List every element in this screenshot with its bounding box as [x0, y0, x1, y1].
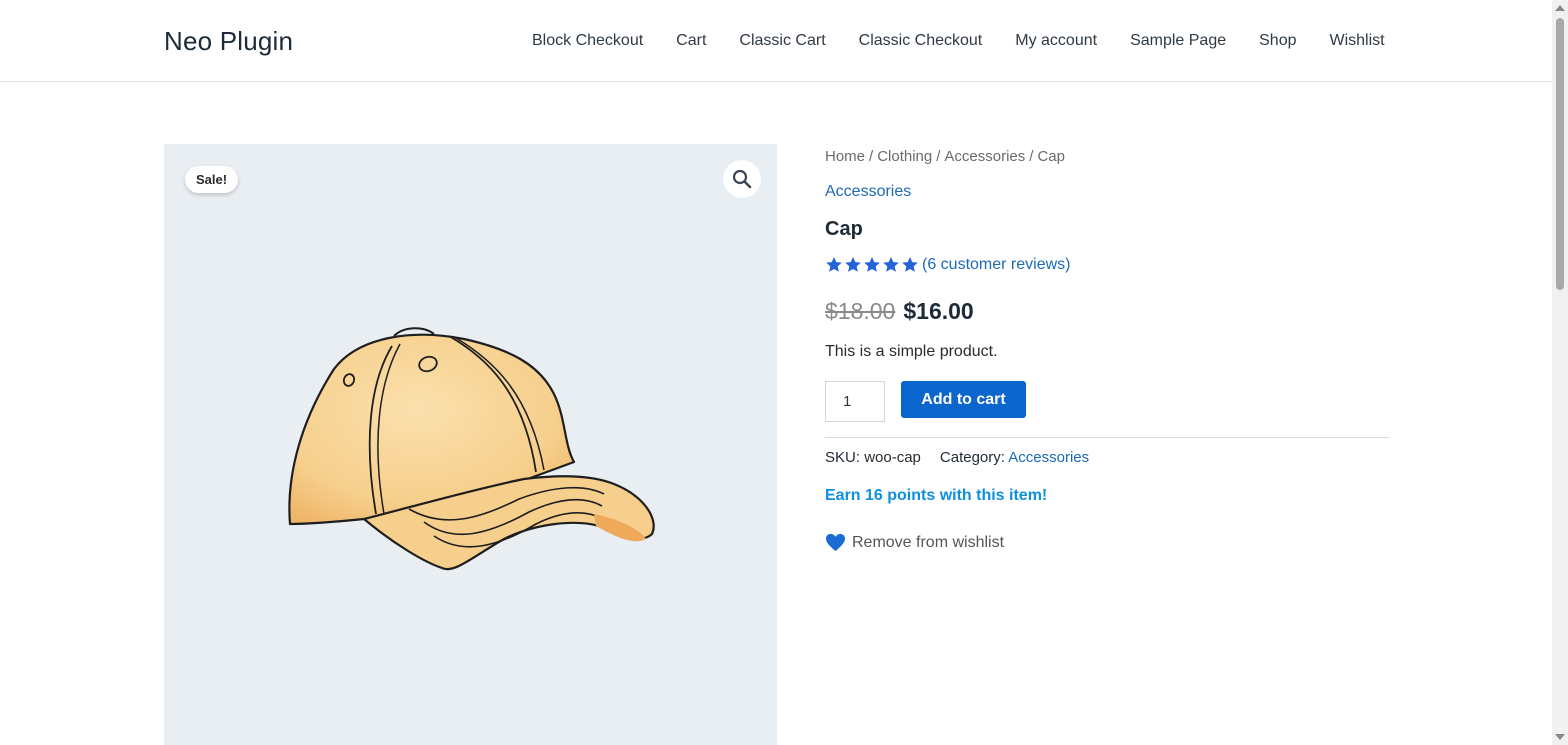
- product-meta: SKU: woo-cap Category: Accessories: [825, 449, 1108, 466]
- site-header: Neo Plugin Block Checkout Cart Classic C…: [0, 0, 1552, 82]
- sale-price: $16.00: [903, 298, 974, 324]
- category-value-link[interactable]: Accessories: [1008, 449, 1089, 466]
- breadcrumb: Home / Clothing / Accessories / Cap: [825, 148, 1065, 165]
- breadcrumb-current: Cap: [1037, 148, 1065, 165]
- short-description: This is a simple product.: [825, 343, 998, 360]
- remove-from-wishlist-link[interactable]: Remove from wishlist: [825, 533, 1004, 552]
- product-rating: (6 customer reviews): [825, 256, 1070, 274]
- nav-item-wishlist[interactable]: Wishlist: [1330, 32, 1385, 50]
- scroll-down-icon[interactable]: [1555, 734, 1565, 740]
- sku-value: woo-cap: [864, 449, 921, 466]
- breadcrumb-separator: /: [936, 148, 941, 165]
- old-price: $18.00: [825, 298, 896, 324]
- sku-label: SKU:: [825, 449, 861, 466]
- magnifier-icon: [732, 169, 752, 189]
- nav-item-shop[interactable]: Shop: [1259, 32, 1296, 50]
- cap-image: [288, 327, 655, 571]
- star-rating: [825, 256, 919, 274]
- nav-item-cart[interactable]: Cart: [676, 32, 706, 50]
- nav-item-block-checkout[interactable]: Block Checkout: [532, 32, 643, 50]
- scrollbar[interactable]: [1552, 0, 1568, 745]
- product-gallery[interactable]: Sale!: [164, 144, 777, 745]
- reviews-link[interactable]: (6 customer reviews): [922, 256, 1070, 274]
- category-label: Category:: [939, 449, 1005, 466]
- star-icon: [845, 257, 861, 272]
- price: $18.00 $16.00: [825, 298, 974, 325]
- breadcrumb-clothing[interactable]: Clothing: [877, 148, 932, 165]
- points-message: Earn 16 points with this item!: [825, 487, 1048, 504]
- breadcrumb-separator: /: [1029, 148, 1034, 165]
- category: Category: Accessories: [940, 449, 1089, 466]
- star-icon: [864, 257, 880, 272]
- nav-item-classic-cart[interactable]: Classic Cart: [739, 32, 825, 50]
- breadcrumb-home[interactable]: Home: [825, 148, 865, 165]
- divider: [825, 437, 1389, 438]
- product-title: Cap: [825, 218, 863, 240]
- nav-item-sample-page[interactable]: Sample Page: [1130, 32, 1226, 50]
- nav-item-my-account[interactable]: My account: [1015, 32, 1097, 50]
- scroll-up-icon[interactable]: [1555, 5, 1565, 11]
- breadcrumb-accessories[interactable]: Accessories: [944, 148, 1025, 165]
- star-icon: [826, 257, 842, 272]
- scroll-thumb[interactable]: [1556, 18, 1564, 290]
- zoom-button[interactable]: [723, 160, 761, 198]
- wishlist-label: Remove from wishlist: [852, 533, 1005, 551]
- star-icon: [902, 257, 918, 272]
- star-icon: [883, 257, 899, 272]
- quantity-input[interactable]: [825, 381, 885, 422]
- add-to-cart-button[interactable]: Add to cart: [901, 381, 1026, 418]
- heart-icon: [826, 533, 845, 552]
- nav-item-classic-checkout[interactable]: Classic Checkout: [859, 32, 983, 50]
- sku: SKU: woo-cap: [825, 449, 921, 466]
- sale-badge: Sale!: [185, 166, 239, 193]
- main-nav: Block Checkout Cart Classic Cart Classic…: [532, 32, 1385, 50]
- breadcrumb-separator: /: [869, 148, 874, 165]
- category-link[interactable]: Accessories: [825, 183, 911, 201]
- site-title[interactable]: Neo Plugin: [164, 26, 293, 57]
